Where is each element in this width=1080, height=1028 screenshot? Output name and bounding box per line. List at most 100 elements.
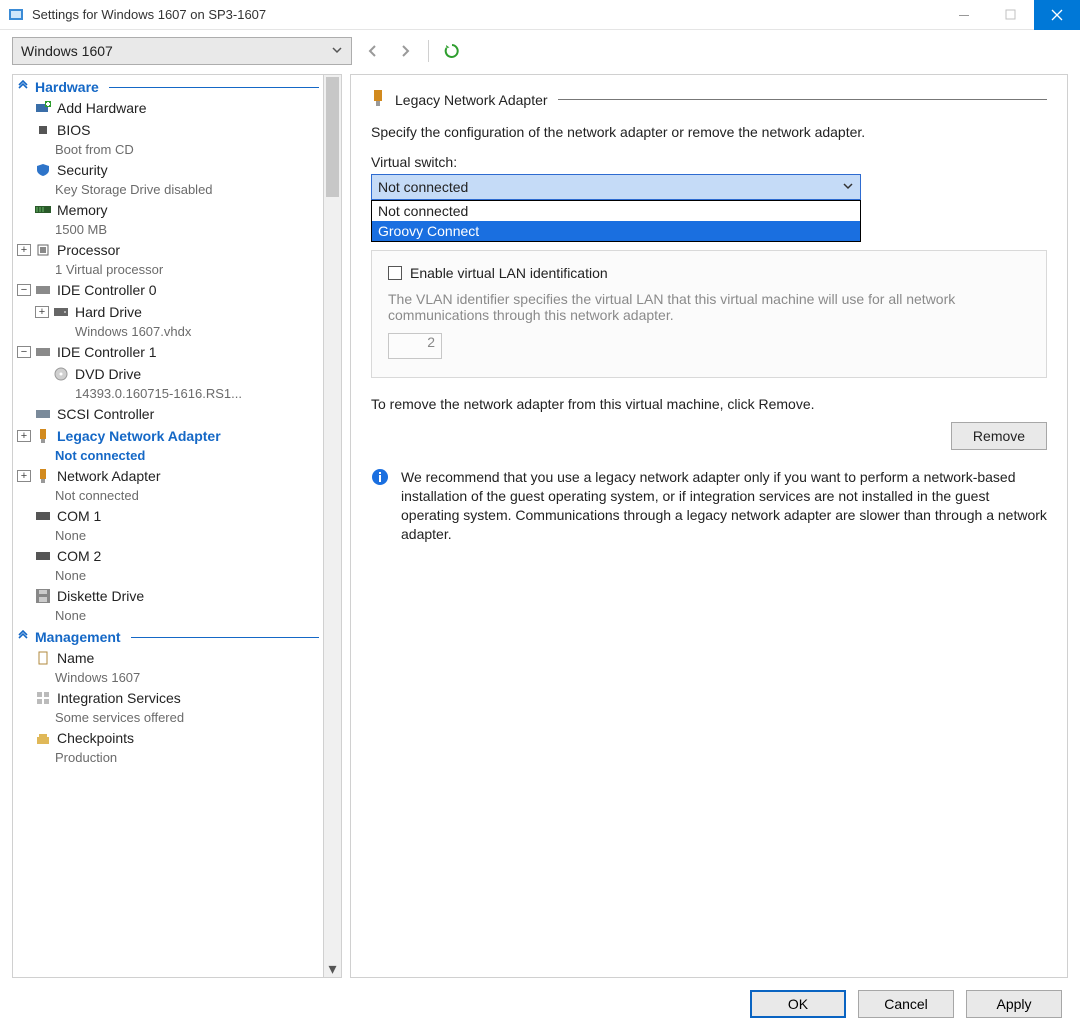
disc-icon xyxy=(51,365,71,383)
controller-icon xyxy=(33,281,53,299)
tree-network-adapter[interactable]: +Network Adapter xyxy=(13,465,323,487)
tree-network-adapter-sub: Not connected xyxy=(13,487,323,505)
tree-hard-drive[interactable]: +Hard Drive xyxy=(13,301,323,323)
chevron-down-icon xyxy=(842,179,854,195)
shield-icon xyxy=(33,161,53,179)
info-text: We recommend that you use a legacy netwo… xyxy=(401,468,1047,544)
tree-diskette-sub: None xyxy=(13,607,323,625)
collapse-up-icon xyxy=(17,79,29,95)
vlan-id-input[interactable]: 2 xyxy=(388,333,442,359)
remove-description: To remove the network adapter from this … xyxy=(371,396,1047,412)
chip-icon xyxy=(33,121,53,139)
tree-integration-services[interactable]: Integration Services xyxy=(13,687,323,709)
vm-selector-dropdown[interactable]: Windows 1607 xyxy=(12,37,352,65)
vm-selector-value: Windows 1607 xyxy=(21,43,113,59)
tree-integration-services-sub: Some services offered xyxy=(13,709,323,727)
tree-com2[interactable]: COM 2 xyxy=(13,545,323,567)
tree-com1-sub: None xyxy=(13,527,323,545)
network-adapter-icon xyxy=(371,89,385,110)
tag-icon xyxy=(33,649,53,667)
expand-icon[interactable]: + xyxy=(17,430,31,442)
content-panel: Legacy Network Adapter Specify the confi… xyxy=(350,74,1068,978)
tree-dvd-drive[interactable]: DVD Drive xyxy=(13,363,323,385)
vlan-description: The VLAN identifier specifies the virtua… xyxy=(388,291,1030,323)
ok-button[interactable]: OK xyxy=(750,990,846,1018)
info-icon xyxy=(371,468,389,486)
checkpoint-icon xyxy=(33,729,53,747)
network-adapter-icon xyxy=(33,427,53,445)
scroll-thumb[interactable] xyxy=(326,77,339,197)
network-adapter-icon xyxy=(33,467,53,485)
chevron-down-icon xyxy=(331,43,343,59)
settings-tree: Hardware Add Hardware BIOS Boot from CD … xyxy=(12,74,324,978)
refresh-button[interactable] xyxy=(441,40,463,62)
toolbar: Windows 1607 xyxy=(0,30,1080,68)
tree-security[interactable]: Security xyxy=(13,159,323,181)
collapse-icon[interactable]: − xyxy=(17,284,31,296)
tree-processor[interactable]: +Processor xyxy=(13,239,323,261)
dropdown-option-groovy-connect[interactable]: Groovy Connect xyxy=(372,221,860,241)
dialog-footer: OK Cancel Apply xyxy=(750,990,1062,1018)
tree-legacy-network-adapter-sub: Not connected xyxy=(13,447,323,465)
tree-diskette[interactable]: Diskette Drive xyxy=(13,585,323,607)
toolbar-separator xyxy=(428,40,429,62)
section-management[interactable]: Management xyxy=(13,625,323,647)
add-hardware-icon xyxy=(33,99,53,117)
tree-com1[interactable]: COM 1 xyxy=(13,505,323,527)
apply-button[interactable]: Apply xyxy=(966,990,1062,1018)
tree-scsi[interactable]: SCSI Controller xyxy=(13,403,323,425)
content-title: Legacy Network Adapter xyxy=(395,92,548,108)
tree-ide1[interactable]: −IDE Controller 1 xyxy=(13,341,323,363)
vlan-checkbox-label: Enable virtual LAN identification xyxy=(410,265,608,281)
tree-name-sub: Windows 1607 xyxy=(13,669,323,687)
vlan-checkbox[interactable] xyxy=(388,266,402,280)
scroll-down-icon[interactable]: ▾ xyxy=(324,961,341,977)
tree-security-sub: Key Storage Drive disabled xyxy=(13,181,323,199)
tree-name[interactable]: Name xyxy=(13,647,323,669)
serial-port-icon xyxy=(33,507,53,525)
collapse-icon[interactable]: − xyxy=(17,346,31,358)
section-hardware[interactable]: Hardware xyxy=(13,75,323,97)
window-minimize-button[interactable] xyxy=(942,0,988,30)
tree-memory[interactable]: Memory xyxy=(13,199,323,221)
collapse-up-icon xyxy=(17,629,29,645)
memory-icon xyxy=(33,201,53,219)
window-maximize-button[interactable] xyxy=(988,0,1034,30)
controller-icon xyxy=(33,343,53,361)
virtual-switch-dropdown-list: Not connected Groovy Connect xyxy=(371,200,861,242)
vlan-group: Enable virtual LAN identification The VL… xyxy=(371,250,1047,378)
cpu-icon xyxy=(33,241,53,259)
tree-memory-sub: 1500 MB xyxy=(13,221,323,239)
cancel-button[interactable]: Cancel xyxy=(858,990,954,1018)
tree-add-hardware[interactable]: Add Hardware xyxy=(13,97,323,119)
tree-dvd-drive-sub: 14393.0.160715-1616.RS1... xyxy=(13,385,323,403)
tree-bios-sub: Boot from CD xyxy=(13,141,323,159)
tree-hard-drive-sub: Windows 1607.vhdx xyxy=(13,323,323,341)
window-title: Settings for Windows 1607 on SP3-1607 xyxy=(32,7,942,22)
content-description: Specify the configuration of the network… xyxy=(371,124,1047,140)
tree-processor-sub: 1 Virtual processor xyxy=(13,261,323,279)
virtual-switch-dropdown[interactable]: Not connected Not connected Groovy Conne… xyxy=(371,174,861,200)
tree-ide0[interactable]: −IDE Controller 0 xyxy=(13,279,323,301)
tree-checkpoints-sub: Production xyxy=(13,749,323,767)
tree-com2-sub: None xyxy=(13,567,323,585)
window-close-button[interactable] xyxy=(1034,0,1080,30)
hard-drive-icon xyxy=(51,303,71,321)
nav-forward-button[interactable] xyxy=(394,40,416,62)
titlebar: Settings for Windows 1607 on SP3-1607 xyxy=(0,0,1080,30)
nav-back-button[interactable] xyxy=(362,40,384,62)
tree-checkpoints[interactable]: Checkpoints xyxy=(13,727,323,749)
tree-bios[interactable]: BIOS xyxy=(13,119,323,141)
sidebar-scrollbar[interactable]: ▴ ▾ xyxy=(324,74,342,978)
services-icon xyxy=(33,689,53,707)
dropdown-option-not-connected[interactable]: Not connected xyxy=(372,201,860,221)
scsi-icon xyxy=(33,405,53,423)
remove-button[interactable]: Remove xyxy=(951,422,1047,450)
expand-icon[interactable]: + xyxy=(35,306,49,318)
app-icon xyxy=(8,7,24,23)
expand-icon[interactable]: + xyxy=(17,470,31,482)
expand-icon[interactable]: + xyxy=(17,244,31,256)
virtual-switch-label: Virtual switch: xyxy=(371,154,1047,170)
virtual-switch-value: Not connected xyxy=(378,179,468,195)
tree-legacy-network-adapter[interactable]: +Legacy Network Adapter xyxy=(13,425,323,447)
